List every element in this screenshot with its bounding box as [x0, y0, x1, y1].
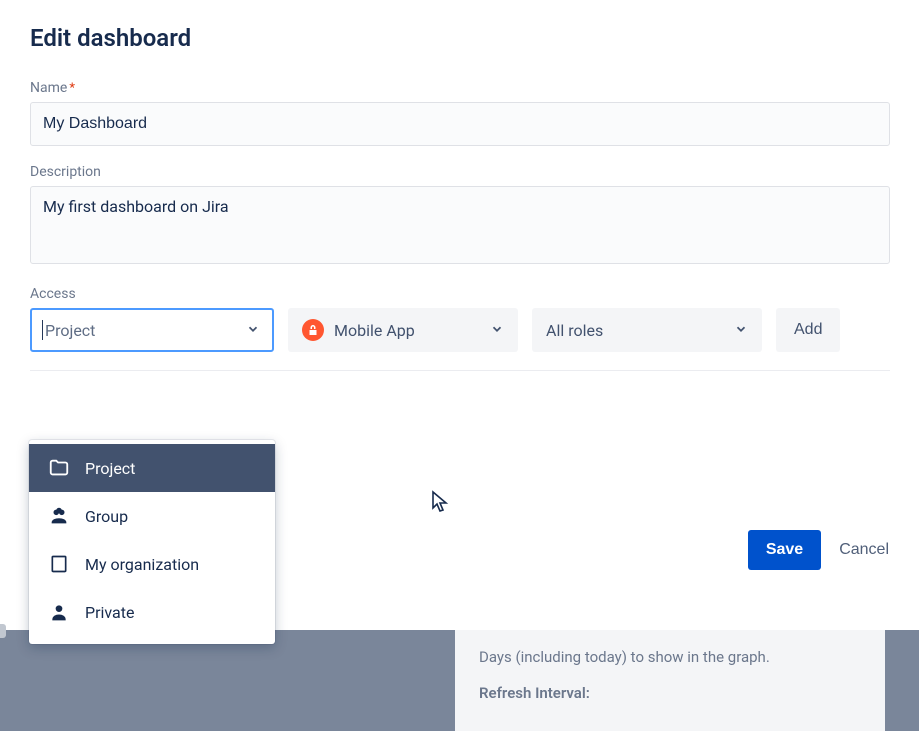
project-picker-value: Mobile App	[334, 321, 415, 340]
access-label: Access	[30, 286, 889, 302]
name-label: Name*	[30, 80, 889, 96]
dropdown-option-label: Group	[85, 507, 128, 526]
add-button[interactable]: Add	[776, 308, 840, 352]
dropdown-option-label: Private	[85, 603, 134, 622]
page-title: Edit dashboard	[30, 24, 889, 52]
background-sliver	[0, 624, 6, 638]
dropdown-option-group[interactable]: Group	[29, 492, 275, 540]
description-field-group: Description My first dashboard on Jira	[30, 164, 889, 268]
modal-actions: Save Cancel	[748, 530, 889, 570]
chevron-down-icon	[734, 321, 748, 340]
project-picker[interactable]: Mobile App	[288, 308, 518, 352]
name-field-group: Name*	[30, 80, 889, 146]
building-icon	[47, 554, 71, 574]
dropdown-option-organization[interactable]: My organization	[29, 540, 275, 588]
dropdown-option-project[interactable]: Project	[29, 444, 275, 492]
access-row: Project Mobile App All roles	[30, 308, 890, 371]
scope-dropdown: Project Group My organization Private	[29, 440, 275, 644]
background-panel: Days (including today) to show in the gr…	[455, 630, 885, 731]
dropdown-option-private[interactable]: Private	[29, 588, 275, 636]
dropdown-option-label: Project	[85, 459, 135, 478]
name-label-text: Name	[30, 80, 67, 96]
text-cursor	[42, 320, 43, 340]
description-input[interactable]: My first dashboard on Jira	[30, 186, 890, 264]
project-avatar-icon	[302, 319, 324, 341]
required-mark: *	[69, 81, 75, 96]
cancel-button[interactable]: Cancel	[839, 541, 889, 559]
scope-select[interactable]: Project	[30, 308, 274, 352]
chevron-down-icon	[490, 321, 504, 340]
scope-select-value: Project	[45, 321, 246, 340]
cursor-icon	[430, 490, 450, 518]
save-button[interactable]: Save	[748, 530, 821, 570]
role-picker-value: All roles	[546, 321, 603, 340]
background-text-days: Days (including today) to show in the gr…	[479, 648, 861, 666]
access-field-group: Access Project Mobile App	[30, 286, 889, 371]
dropdown-option-label: My organization	[85, 555, 199, 574]
group-icon	[47, 505, 71, 527]
name-input[interactable]	[30, 102, 890, 146]
folder-icon	[47, 457, 71, 479]
person-icon	[47, 602, 71, 622]
description-label: Description	[30, 164, 889, 180]
chevron-down-icon	[246, 321, 260, 340]
edit-dashboard-modal: Edit dashboard Name* Description My firs…	[0, 0, 919, 371]
role-picker[interactable]: All roles	[532, 308, 762, 352]
background-text-refresh: Refresh Interval:	[479, 684, 861, 702]
